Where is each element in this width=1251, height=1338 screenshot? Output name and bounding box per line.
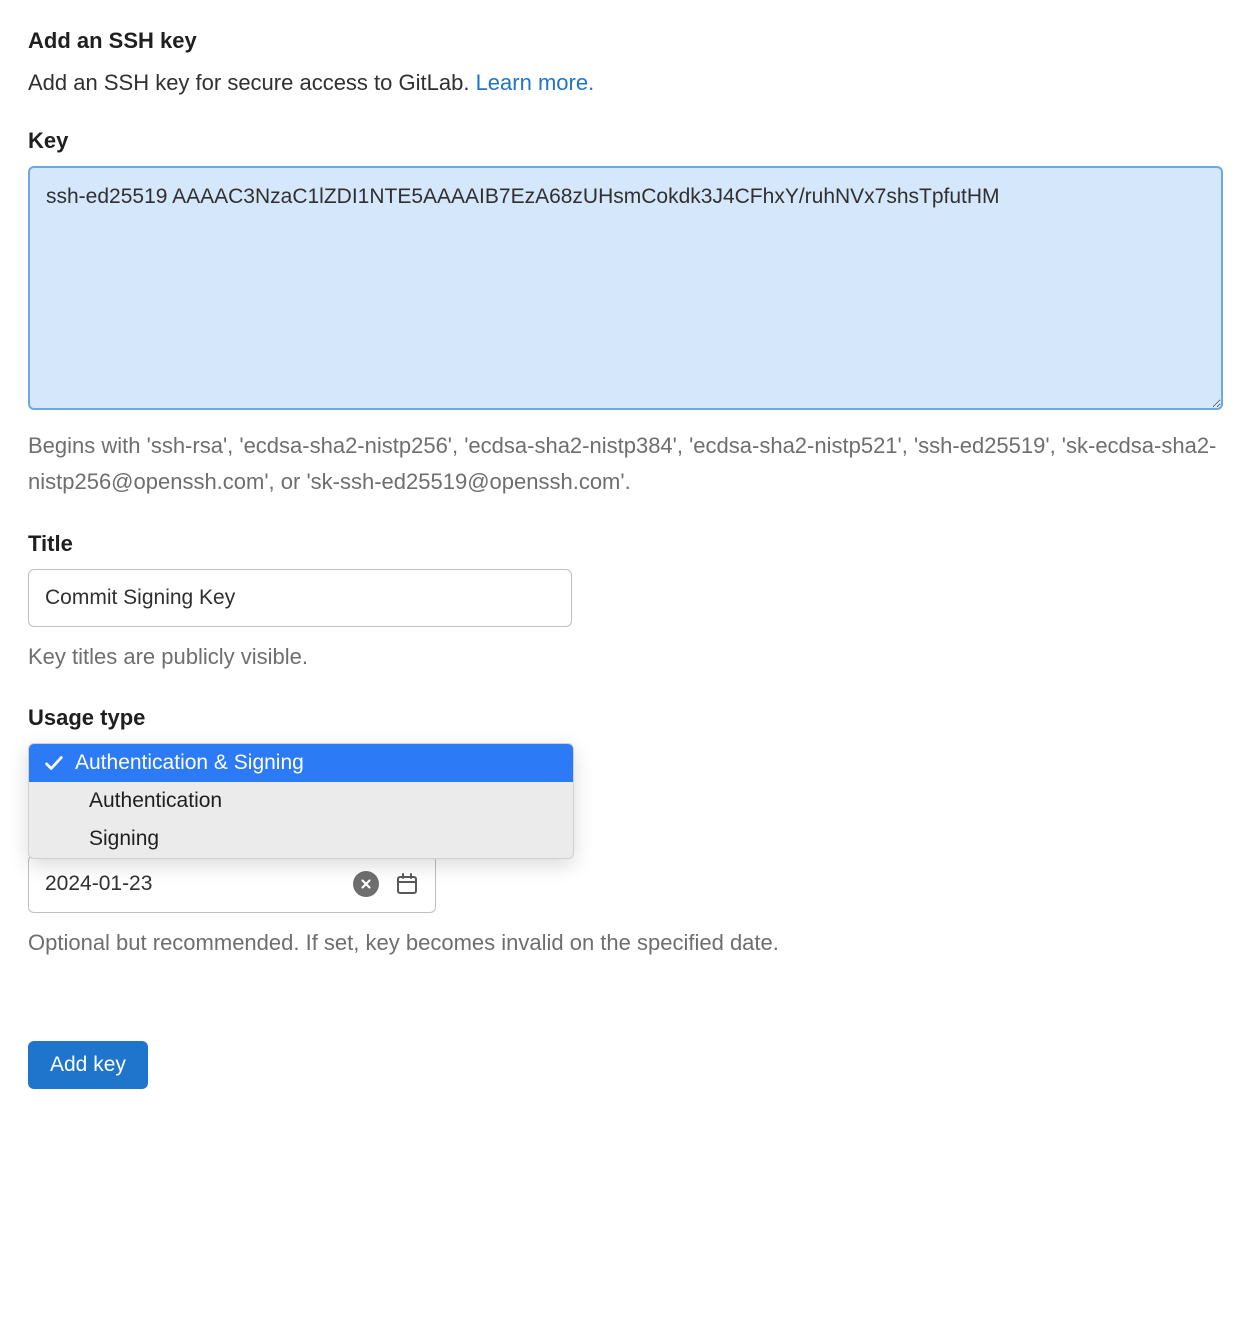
usage-type-option-auth[interactable]: Authentication xyxy=(29,782,573,820)
dropdown-option-label: Signing xyxy=(89,827,159,851)
usage-type-option-auth-signing[interactable]: Authentication & Signing xyxy=(29,744,573,782)
clear-date-button[interactable] xyxy=(353,871,379,897)
description-text: Add an SSH key for secure access to GitL… xyxy=(28,70,476,95)
learn-more-link[interactable]: Learn more. xyxy=(476,70,595,95)
key-field-group: Key ssh-ed25519 AAAAC3NzaC1lZDI1NTE5AAAA… xyxy=(28,128,1223,501)
calendar-icon xyxy=(395,872,419,896)
title-label: Title xyxy=(28,531,1223,557)
dropdown-option-label: Authentication & Signing xyxy=(75,751,304,775)
usage-type-option-signing[interactable]: Signing xyxy=(29,820,573,858)
expiration-hint: Optional but recommended. If set, key be… xyxy=(28,925,1223,961)
date-icons xyxy=(353,871,419,897)
key-hint: Begins with 'ssh-rsa', 'ecdsa-sha2-nistp… xyxy=(28,428,1223,501)
usage-type-label: Usage type xyxy=(28,705,1223,731)
usage-type-field-group: Usage type Authentication & Signing Auth… xyxy=(28,705,1223,961)
dropdown-option-label: Authentication xyxy=(89,789,222,813)
title-input[interactable] xyxy=(28,569,572,627)
key-label: Key xyxy=(28,128,1223,154)
key-textarea[interactable]: ssh-ed25519 AAAAC3NzaC1lZDI1NTE5AAAAIB7E… xyxy=(28,166,1223,410)
page-title: Add an SSH key xyxy=(28,28,1223,54)
expiration-field-group: Optional but recommended. If set, key be… xyxy=(28,855,1223,961)
expiration-date-input[interactable] xyxy=(45,872,353,896)
check-icon xyxy=(43,752,65,774)
add-key-button[interactable]: Add key xyxy=(28,1041,148,1089)
title-hint: Key titles are publicly visible. xyxy=(28,639,1223,675)
close-icon xyxy=(353,871,379,897)
calendar-button[interactable] xyxy=(395,872,419,896)
expiration-date-input-wrapper[interactable] xyxy=(28,855,436,913)
usage-type-dropdown-menu: Authentication & Signing Authentication … xyxy=(28,743,574,859)
title-field-group: Title Key titles are publicly visible. xyxy=(28,531,1223,675)
page-description: Add an SSH key for secure access to GitL… xyxy=(28,70,1223,96)
